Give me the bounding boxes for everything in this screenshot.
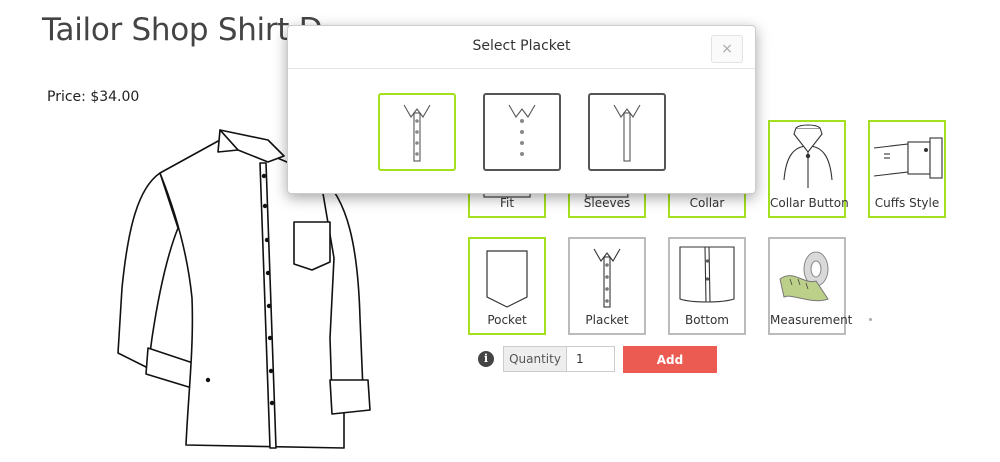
option-bottom[interactable]: Bottom <box>668 237 746 335</box>
option-pocket[interactable]: Pocket <box>468 237 546 335</box>
placket-option-hidden-buttons[interactable] <box>378 93 456 171</box>
collar-button-icon <box>783 124 833 188</box>
option-label: Collar Button <box>770 196 849 210</box>
pocket-icon <box>486 250 528 308</box>
option-placket[interactable]: Placket <box>568 237 646 335</box>
modal-divider <box>288 68 755 69</box>
option-label: Pocket <box>487 313 527 327</box>
placket-style-2-icon <box>508 104 536 156</box>
add-to-cart-button[interactable]: Add <box>623 346 717 373</box>
placket-option-concealed[interactable] <box>588 93 666 171</box>
bottom-icon <box>679 246 735 303</box>
page-title: Tailor Shop Shirt D <box>42 12 323 48</box>
option-label: Cuffs Style <box>874 196 940 210</box>
placket-style-1-icon <box>403 104 431 162</box>
option-measurement[interactable]: Measurement <box>768 237 853 335</box>
cuff-icon <box>873 137 943 179</box>
option-cuffs-style[interactable]: Cuffs Style <box>868 120 946 218</box>
select-placket-modal: Select Placket × <box>287 25 756 194</box>
quantity-label: Quantity <box>503 346 567 372</box>
measuring-tape-icon <box>779 251 829 302</box>
decorative-dot <box>869 318 872 321</box>
placket-option-no-placket[interactable] <box>483 93 561 171</box>
option-label: Measurement <box>770 313 853 327</box>
info-icon[interactable]: i <box>478 351 494 367</box>
modal-title: Select Placket <box>472 38 571 54</box>
price-label: Price: $34.00 <box>47 89 140 105</box>
option-label: Bottom <box>684 313 729 327</box>
option-collar-button[interactable]: Collar Button <box>768 120 849 218</box>
option-label: Placket <box>585 313 629 327</box>
option-label: Collar <box>689 196 725 210</box>
option-label: Sleeves <box>583 196 631 210</box>
modal-close-button[interactable]: × <box>711 35 743 63</box>
quantity-input[interactable] <box>567 346 615 372</box>
option-label: Fit <box>499 196 515 210</box>
placket-style-3-icon <box>613 104 641 162</box>
placket-icon <box>593 248 621 308</box>
